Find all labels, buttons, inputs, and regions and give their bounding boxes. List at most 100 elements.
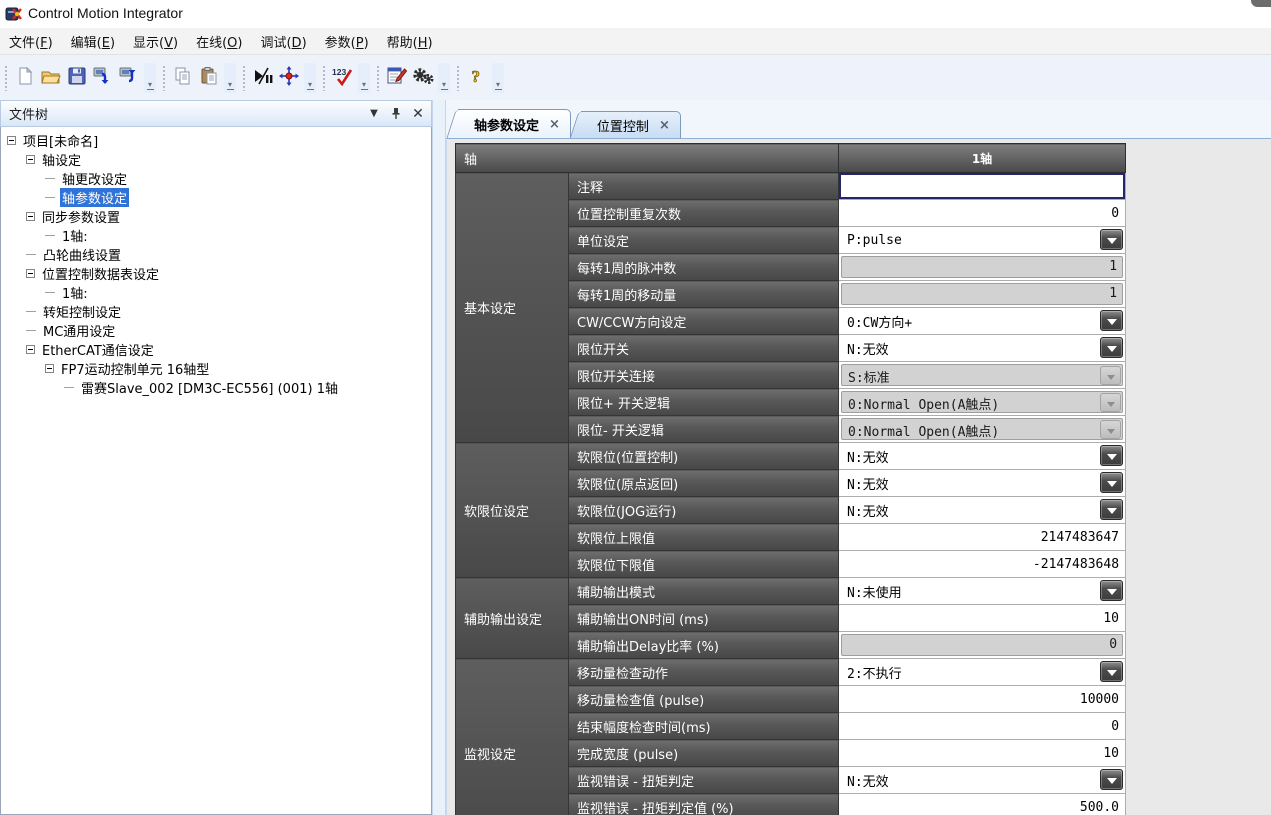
axis-position-button[interactable]	[276, 65, 302, 91]
param-value-cell[interactable]: 10	[839, 740, 1126, 767]
dropdown-chevron-down-icon[interactable]	[1100, 337, 1123, 358]
open-folder-button[interactable]	[38, 65, 64, 91]
toolbar-overflow-chevron-down-icon[interactable]: ▾	[304, 63, 316, 93]
param-value-cell[interactable]: 500.0	[839, 794, 1126, 815]
axis-parameter-table: 轴 1轴 基本设定注释位置控制重复次数0单位设定P:pulse每转1周的脉冲数1…	[455, 143, 1126, 815]
toolbar-drag-handle[interactable]	[322, 65, 326, 91]
dropdown-chevron-down-icon[interactable]	[1100, 310, 1123, 331]
save-button[interactable]	[64, 65, 90, 91]
new-file-button[interactable]	[12, 65, 38, 91]
param-value-cell[interactable]: N:无效	[839, 767, 1126, 794]
param-name-cell: 注释	[569, 173, 839, 200]
tree-item[interactable]: MC通用设定	[1, 321, 431, 340]
param-name-cell: 限位+ 开关逻辑	[569, 389, 839, 416]
tree-expand-minus-icon[interactable]	[26, 155, 35, 164]
table-corner-header: 轴	[456, 144, 839, 173]
menu-item-D[interactable]: 调试(D)	[251, 28, 315, 55]
toolbar-overflow-chevron-down-icon[interactable]: ▾	[438, 63, 450, 93]
menu-item-V[interactable]: 显示(V)	[124, 28, 187, 55]
tree-item[interactable]: 项目[未命名]	[1, 131, 431, 150]
dropdown-chevron-down-icon[interactable]	[1100, 661, 1123, 682]
toolbar-drag-handle[interactable]	[242, 65, 246, 91]
tree-expand-minus-icon[interactable]	[7, 136, 16, 145]
dropdown-chevron-down-icon[interactable]	[1100, 580, 1123, 601]
gears-button[interactable]	[410, 65, 436, 91]
param-value-cell[interactable]: 0	[839, 200, 1126, 227]
edit-parameter-button[interactable]	[384, 65, 410, 91]
param-value-cell[interactable]: 0	[839, 713, 1126, 740]
param-value-cell[interactable]: N:无效	[839, 497, 1126, 524]
toolbar-overflow-chevron-down-icon[interactable]: ▾	[144, 63, 156, 93]
param-value-cell[interactable]: -2147483648	[839, 551, 1126, 578]
tree-item[interactable]: EtherCAT通信设定	[1, 340, 431, 359]
param-value-cell[interactable]: 2:不执行	[839, 659, 1126, 686]
group-cell-3: 辅助输出设定	[456, 578, 569, 659]
param-value-cell[interactable]: 2147483647	[839, 524, 1126, 551]
toolbar-overflow-chevron-down-icon[interactable]: ▾	[224, 63, 236, 93]
panel-splitter[interactable]	[432, 100, 446, 815]
dropdown-chevron-down-icon[interactable]	[1100, 769, 1123, 790]
panel-close-icon[interactable]: ✕	[409, 105, 427, 123]
tree-item-label: EtherCAT通信设定	[40, 340, 156, 359]
toolbar-overflow-chevron-down-icon[interactable]: ▾	[492, 63, 504, 93]
dropdown-chevron-down-icon[interactable]	[1100, 229, 1123, 250]
menu-item-F[interactable]: 文件(F)	[0, 28, 62, 55]
param-value-cell[interactable]: 10	[839, 605, 1126, 632]
menu-item-P[interactable]: 参数(P)	[316, 28, 378, 55]
toolbar-drag-handle[interactable]	[456, 65, 460, 91]
param-value-cell[interactable]: P:pulse	[839, 227, 1126, 254]
tree-item[interactable]: 1轴:	[1, 283, 431, 302]
toolbar-drag-handle[interactable]	[376, 65, 380, 91]
run-pause-button[interactable]	[250, 65, 276, 91]
menu-item-H[interactable]: 帮助(H)	[378, 28, 442, 55]
param-value-cell: 1	[839, 281, 1126, 308]
tree-expand-minus-icon[interactable]	[26, 269, 35, 278]
copy-button[interactable]	[170, 65, 196, 91]
help-button[interactable]: ?	[464, 65, 490, 91]
dropdown-value: 0:CW方向+	[847, 308, 912, 334]
tab-inactive[interactable]: 位置控制×	[581, 111, 681, 138]
tree-item[interactable]: 同步参数设置	[1, 207, 431, 226]
tree-expand-minus-icon[interactable]	[26, 345, 35, 354]
param-value-cell[interactable]: N:无效	[839, 443, 1126, 470]
paste-button[interactable]	[196, 65, 222, 91]
menu-item-O[interactable]: 在线(O)	[187, 28, 251, 55]
window-control-partial[interactable]	[1251, 0, 1271, 7]
panel-pin-icon[interactable]	[387, 105, 405, 123]
tree-expand-minus-icon[interactable]	[45, 364, 54, 373]
upload-device-button[interactable]	[90, 65, 116, 91]
param-name-cell: 软限位(原点返回)	[569, 470, 839, 497]
param-value-cell[interactable]: 0:CW方向+	[839, 308, 1126, 335]
dropdown-chevron-down-icon[interactable]	[1100, 499, 1123, 520]
param-value-cell[interactable]: N:无效	[839, 470, 1126, 497]
tab-active[interactable]: 轴参数设定×	[458, 109, 571, 138]
tree-expand-minus-icon[interactable]	[26, 212, 35, 221]
download-device-button[interactable]	[116, 65, 142, 91]
param-value-cell[interactable]: 10000	[839, 686, 1126, 713]
param-value-cell[interactable]: N:未使用	[839, 578, 1126, 605]
toolbar-overflow-chevron-down-icon[interactable]: ▾	[358, 63, 370, 93]
tree-item[interactable]: 凸轮曲线设置	[1, 245, 431, 264]
tree-item[interactable]: 轴更改设定	[1, 169, 431, 188]
tab-close-icon[interactable]: ×	[659, 119, 670, 132]
toolbar-drag-handle[interactable]	[162, 65, 166, 91]
menu-item-E[interactable]: 编辑(E)	[62, 28, 124, 55]
param-value-cell[interactable]: N:无效	[839, 335, 1126, 362]
tree-item[interactable]: 轴设定	[1, 150, 431, 169]
tree-item[interactable]: 1轴:	[1, 226, 431, 245]
window-title: Control Motion Integrator	[28, 5, 183, 21]
tree-item[interactable]: 位置控制数据表设定	[1, 264, 431, 283]
tab-close-icon[interactable]: ×	[549, 118, 560, 131]
toolbar-drag-handle[interactable]	[4, 65, 8, 91]
param-name-cell: 位置控制重复次数	[569, 200, 839, 227]
toolbar-group-3: ▾	[240, 61, 316, 95]
tree-item[interactable]: 雷赛Slave_002 [DM3C-EC556] (001) 1轴	[1, 378, 431, 397]
panel-menu-chevron-down-icon[interactable]: ▼	[365, 105, 383, 123]
tree-item[interactable]: 轴参数设定	[1, 188, 431, 207]
dropdown-chevron-down-icon[interactable]	[1100, 472, 1123, 493]
tree-item[interactable]: FP7运动控制单元 16轴型	[1, 359, 431, 378]
tree-item[interactable]: 转矩控制设定	[1, 302, 431, 321]
value-check-button[interactable]: 123	[330, 65, 356, 91]
dropdown-chevron-down-icon[interactable]	[1100, 445, 1123, 466]
comment-text-input[interactable]	[839, 173, 1125, 199]
